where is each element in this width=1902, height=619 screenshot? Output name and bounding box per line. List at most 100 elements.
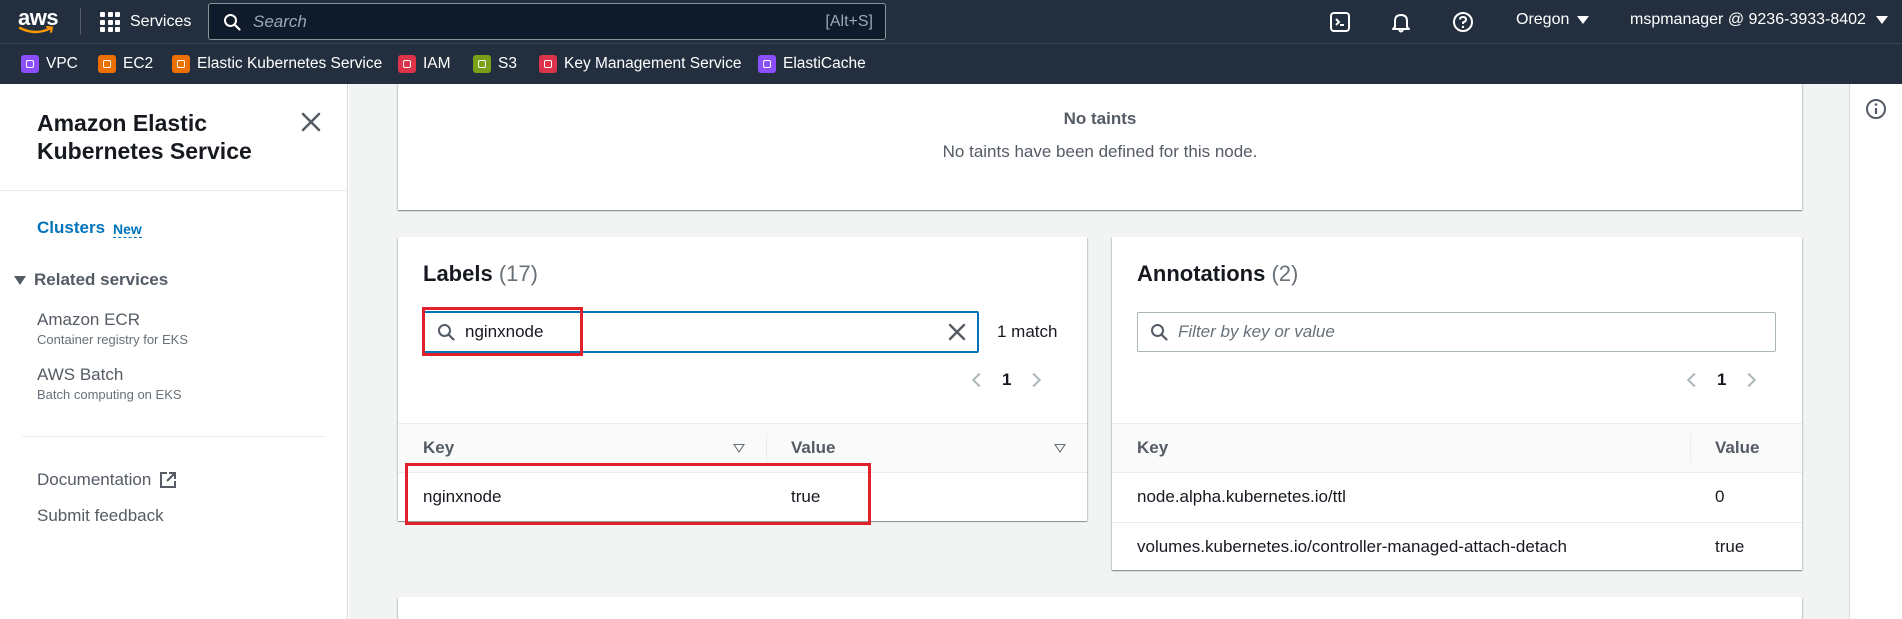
help-icon[interactable] (1451, 10, 1475, 34)
annotations-filter-placeholder: Filter by key or value (1178, 322, 1335, 341)
label-value-cell: true (791, 487, 821, 506)
annotation-key-cell: volumes.kubernetes.io/controller-managed… (1137, 537, 1567, 556)
external-link-icon (160, 472, 177, 488)
services-label: Services (130, 13, 192, 30)
sidebar-divider (0, 190, 347, 191)
annotations-filter-input[interactable]: Filter by key or value (1137, 312, 1776, 352)
table-row: nginxnode true (398, 473, 1087, 523)
annotations-panel: Annotations (2) Filter by key or value 1… (1112, 237, 1802, 570)
annotation-key-cell: node.alpha.kubernetes.io/ttl (1137, 487, 1346, 506)
close-icon (301, 112, 321, 132)
caret-down-icon (1577, 16, 1590, 24)
annotations-heading: Annotations (2) (1137, 261, 1298, 287)
caret-down-icon (1875, 16, 1888, 24)
sidebar-item-clusters[interactable]: Clusters (37, 218, 105, 238)
documentation-label: Documentation (37, 470, 152, 489)
new-badge[interactable]: New (113, 221, 142, 238)
iam-service-icon (398, 55, 416, 73)
sidebar-item-documentation[interactable]: Documentation (37, 470, 177, 490)
favorite-label: ElastiCache (783, 55, 866, 72)
column-header-key[interactable]: Key (1137, 438, 1168, 458)
labels-filter-value: nginxnode (465, 322, 544, 341)
services-menu-button[interactable]: Services (100, 10, 191, 34)
sidebar-item-submit-feedback[interactable]: Submit feedback (37, 506, 164, 526)
favorite-iam[interactable]: IAM (398, 55, 451, 73)
annotations-pagination: 1 (1686, 370, 1757, 390)
labels-filter-input[interactable]: nginxnode (423, 311, 979, 353)
favorite-label: S3 (498, 55, 517, 72)
global-search-input[interactable] (253, 11, 773, 32)
info-icon[interactable] (1865, 98, 1887, 120)
column-separator (1690, 434, 1691, 462)
kms-service-icon (539, 55, 557, 73)
favorite-vpc[interactable]: VPC (21, 55, 78, 73)
table-row: node.alpha.kubernetes.io/ttl 0 (1112, 473, 1802, 523)
sort-icon[interactable] (1054, 444, 1066, 453)
favorite-elasticache[interactable]: ElastiCache (758, 55, 866, 73)
annotation-value-cell: 0 (1715, 487, 1725, 506)
taints-empty-description: No taints have been defined for this nod… (942, 142, 1258, 161)
chevron-left-icon[interactable] (1686, 372, 1702, 388)
chevron-right-icon[interactable] (1027, 372, 1042, 388)
column-header-value[interactable]: Value (1715, 438, 1759, 458)
s3-service-icon (473, 55, 491, 73)
favorite-label: EC2 (123, 55, 154, 72)
sidebar-item-description: Container registry for EKS (37, 332, 189, 347)
eks-service-icon (172, 55, 190, 73)
aws-logo[interactable]: aws (16, 5, 60, 37)
labels-pagination: 1 (971, 370, 1042, 390)
notifications-bell-icon[interactable] (1389, 10, 1413, 34)
chevron-left-icon[interactable] (971, 372, 987, 388)
cloudshell-icon[interactable] (1328, 10, 1352, 34)
chevron-right-icon[interactable] (1742, 372, 1757, 388)
annotations-count: (2) (1271, 261, 1299, 286)
sidebar-divider (22, 436, 324, 437)
label-key-cell: nginxnode (423, 487, 502, 506)
account-label: mspmanager @ 9236-3933-8402 (1630, 11, 1866, 28)
favorite-label: VPC (46, 55, 78, 72)
favorite-s3[interactable]: S3 (473, 55, 517, 73)
favorite-label: Key Management Service (564, 55, 742, 72)
current-page[interactable]: 1 (1717, 370, 1726, 390)
sidebar-title: Amazon Elastic Kubernetes Service (37, 110, 252, 164)
search-shortcut-hint: [Alt+S] (825, 12, 873, 30)
elasticache-service-icon (758, 55, 776, 73)
labels-match-count: 1 match (997, 322, 1058, 341)
related-services-toggle[interactable]: Related services (14, 270, 168, 290)
sidebar-item-description: Batch computing on EKS (37, 387, 182, 402)
column-separator (766, 434, 767, 462)
labels-heading: Labels (17) (423, 261, 538, 287)
column-header-value[interactable]: Value (791, 438, 835, 458)
labels-title: Labels (423, 261, 493, 286)
search-icon (224, 13, 241, 31)
favorites-bar: VPC EC2 Elastic Kubernetes Service IAM S… (0, 43, 1902, 84)
favorite-eks[interactable]: Elastic Kubernetes Service (172, 55, 382, 73)
grid-icon (100, 12, 120, 32)
taints-empty-title: No taints (1063, 109, 1137, 128)
column-header-key[interactable]: Key (423, 438, 454, 458)
sidebar-item-aws-batch[interactable]: AWS Batch (37, 365, 123, 385)
favorite-label: Elastic Kubernetes Service (197, 55, 383, 72)
caret-down-icon (14, 275, 26, 285)
clear-filter-icon[interactable] (947, 322, 967, 342)
labels-panel: Labels (17) nginxnode 1 match 1 Key Valu… (398, 237, 1087, 523)
search-icon (1151, 324, 1168, 341)
global-search[interactable]: [Alt+S] (208, 3, 886, 40)
aws-smile-icon (18, 26, 54, 34)
favorite-kms[interactable]: Key Management Service (539, 55, 741, 73)
current-page[interactable]: 1 (1002, 370, 1011, 390)
ec2-service-icon (98, 55, 116, 73)
favorite-ec2[interactable]: EC2 (98, 55, 153, 73)
related-services-label: Related services (34, 270, 169, 289)
side-navigation: Amazon Elastic Kubernetes Service Cluste… (0, 84, 348, 619)
favorite-label: IAM (423, 55, 451, 72)
sidebar-item-amazon-ecr[interactable]: Amazon ECR (37, 310, 140, 330)
account-menu[interactable]: mspmanager @ 9236-3933-8402 (1630, 11, 1888, 29)
annotations-title: Annotations (1137, 261, 1266, 286)
sort-icon[interactable] (733, 444, 745, 453)
region-label: Oregon (1516, 11, 1570, 28)
region-selector[interactable]: Oregon (1516, 11, 1590, 29)
table-row: volumes.kubernetes.io/controller-managed… (1112, 523, 1802, 573)
nav-divider (80, 8, 81, 35)
close-sidebar-button[interactable] (300, 111, 324, 135)
